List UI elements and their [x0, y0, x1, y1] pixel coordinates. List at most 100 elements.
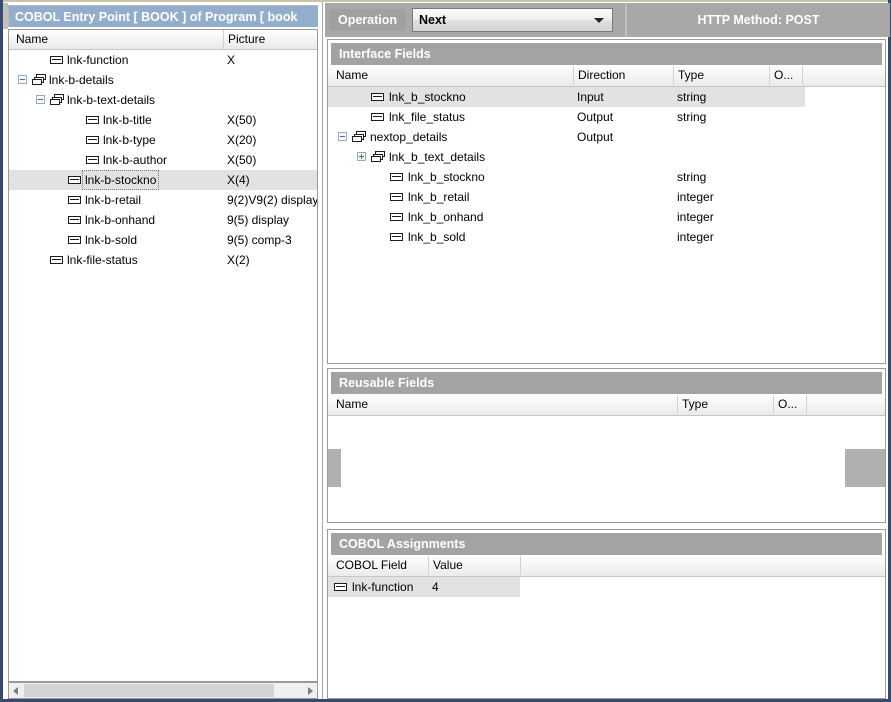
table-row[interactable]: lnk-function4	[328, 577, 885, 597]
column-header-cobol-field[interactable]: COBOL Field	[331, 556, 428, 575]
service-definition-panel: Operation Next HTTP Method: POST Interfa…	[325, 2, 888, 699]
tree-row[interactable]: lnk-b-stocknoX(4)	[9, 170, 317, 190]
tree-row-name: lnk-function	[65, 51, 130, 69]
tree-row[interactable]: lnk-b-titleX(50)	[9, 110, 317, 130]
cobol-tree-body[interactable]: lnk-functionXlnk-b-detailslnk-b-text-det…	[9, 50, 317, 270]
reusable-left-scroll-artifact[interactable]	[328, 449, 341, 487]
cobol-entry-point-panel: COBOL Entry Point [ BOOK ] of Program [ …	[3, 2, 321, 699]
scroll-track[interactable]	[24, 683, 302, 698]
tree-row[interactable]: lnk-b-details	[9, 70, 317, 90]
column-header-picture[interactable]: Picture	[223, 30, 317, 49]
tree-row[interactable]: lnk-b-typeX(20)	[9, 130, 317, 150]
field-type: string	[677, 167, 706, 187]
tree-row-picture: 9(2)V9(2) display	[227, 190, 318, 210]
column-header-value[interactable]: Value	[428, 556, 520, 575]
field-name: lnk_b_onhand	[408, 207, 483, 227]
cobol-assignments-header: COBOL Assignments	[328, 530, 885, 556]
column-header-name[interactable]: Name	[11, 30, 223, 49]
field-icon	[390, 173, 403, 181]
tree-row[interactable]: lnk-file-statusX(2)	[9, 250, 317, 270]
collapse-icon[interactable]	[18, 75, 27, 84]
column-header-direction[interactable]: Direction	[573, 66, 673, 85]
tree-row-name: lnk-b-sold	[83, 231, 139, 249]
table-row[interactable]: lnk_b_onhand integer	[328, 207, 885, 227]
tree-row[interactable]: lnk-b-onhand9(5) display	[9, 210, 317, 230]
operation-select[interactable]: Next	[412, 8, 613, 32]
http-method-label: HTTP Method: POST	[625, 3, 890, 37]
field-icon	[50, 256, 63, 264]
interface-fields-title: Interface Fields	[331, 43, 882, 65]
cobol-tree-header: NamePicture	[9, 30, 317, 50]
tree-row[interactable]: lnk-b-retail 9(2)V9(2) display	[9, 190, 317, 210]
table-row[interactable]: lnk_b_soldinteger	[328, 227, 885, 247]
collapse-icon[interactable]	[36, 95, 45, 104]
table-row[interactable]: lnk_b_stocknoInputstring	[328, 87, 885, 107]
tree-row-name: lnk-file-status	[65, 251, 140, 269]
field-direction: Output	[577, 107, 613, 127]
tree-row-name: lnk-b-title	[101, 111, 154, 129]
table-row[interactable]: lnk_file_statusOutputstring	[328, 107, 885, 127]
application-window: COBOL Entry Point [ BOOK ] of Program [ …	[0, 0, 891, 702]
field-name: nextop_details	[370, 127, 447, 147]
field-icon	[68, 216, 81, 224]
reusable-fields-header: Reusable Fields	[328, 369, 885, 395]
field-direction: Output	[577, 127, 613, 147]
table-row[interactable]: lnk_b_stockno string	[328, 167, 885, 187]
field-icon	[390, 213, 403, 221]
reusable-fields-column-headers: NameTypeO...	[328, 395, 885, 416]
field-icon	[390, 233, 403, 241]
tree-row[interactable]: lnk-b-authorX(50)	[9, 150, 317, 170]
column-header-o[interactable]: O...	[773, 395, 806, 414]
tree-row[interactable]: lnk-b-text-details	[9, 90, 317, 110]
operation-toolbar: Operation Next HTTP Method: POST	[325, 3, 888, 37]
field-icon	[390, 193, 403, 201]
column-header-type[interactable]: Type	[677, 395, 773, 414]
field-type: integer	[677, 187, 714, 207]
chevron-down-icon[interactable]	[594, 18, 604, 23]
cobol-entry-point-title: COBOL Entry Point [ BOOK ] of Program [ …	[8, 5, 318, 27]
field-type: integer	[677, 207, 714, 227]
expand-icon[interactable]	[357, 152, 366, 161]
tree-row-picture: X(50)	[227, 150, 256, 170]
cobol-tree-horizontal-scrollbar[interactable]	[8, 682, 318, 699]
interface-fields-header: Interface Fields	[328, 40, 885, 66]
scroll-right-arrow-icon[interactable]	[302, 683, 317, 698]
reusable-right-scroll-artifact[interactable]	[845, 449, 885, 487]
group-icon	[50, 94, 65, 106]
tree-row-name: lnk-b-type	[101, 131, 158, 149]
field-name: lnk_b_stockno	[408, 167, 485, 187]
field-name: lnk_b_stockno	[389, 87, 466, 107]
operation-select-value: Next	[419, 9, 446, 31]
reusable-fields-title: Reusable Fields	[331, 372, 882, 394]
tree-row[interactable]: lnk-functionX	[9, 50, 317, 70]
collapse-icon[interactable]	[338, 132, 347, 141]
reusable-fields-rows[interactable]	[328, 416, 885, 521]
field-name: lnk_file_status	[389, 107, 465, 127]
table-row[interactable]: lnk_b_retail integer	[328, 187, 885, 207]
column-header-type[interactable]: Type	[673, 66, 769, 85]
field-name: lnk_b_text_details	[389, 147, 485, 167]
column-header-name[interactable]: Name	[331, 395, 677, 414]
field-name: lnk_b_retail	[408, 187, 469, 207]
reusable-fields-section: Reusable Fields NameTypeO...	[327, 368, 886, 523]
group-icon	[32, 74, 47, 86]
interface-fields-rows[interactable]: lnk_b_stocknoInputstringlnk_file_status O…	[328, 87, 885, 362]
tree-row[interactable]: lnk-b-sold9(5) comp-3	[9, 230, 317, 250]
tree-row-name: lnk-b-stockno	[83, 171, 158, 189]
field-type: integer	[677, 227, 714, 247]
interface-fields-column-headers: NameDirectionTypeO...	[328, 66, 885, 87]
scroll-thumb[interactable]	[24, 684, 274, 697]
table-row[interactable]: nextop_details Output	[328, 127, 885, 147]
group-icon	[371, 151, 386, 163]
field-icon	[86, 156, 99, 164]
field-icon	[86, 136, 99, 144]
table-row[interactable]: lnk_b_text_details	[328, 147, 885, 167]
column-header-o[interactable]: O...	[769, 66, 802, 85]
column-header-name[interactable]: Name	[331, 66, 573, 85]
cobol-assignments-title: COBOL Assignments	[331, 533, 882, 555]
cobol-field-name: lnk-function	[352, 577, 413, 597]
cobol-assignments-rows[interactable]: lnk-function4	[328, 577, 885, 697]
scroll-left-arrow-icon[interactable]	[9, 683, 24, 698]
cobol-structure-tree[interactable]: NamePicture lnk-functionXlnk-b-detailsln…	[8, 29, 318, 682]
tree-row-name: lnk-b-retail	[83, 191, 143, 209]
